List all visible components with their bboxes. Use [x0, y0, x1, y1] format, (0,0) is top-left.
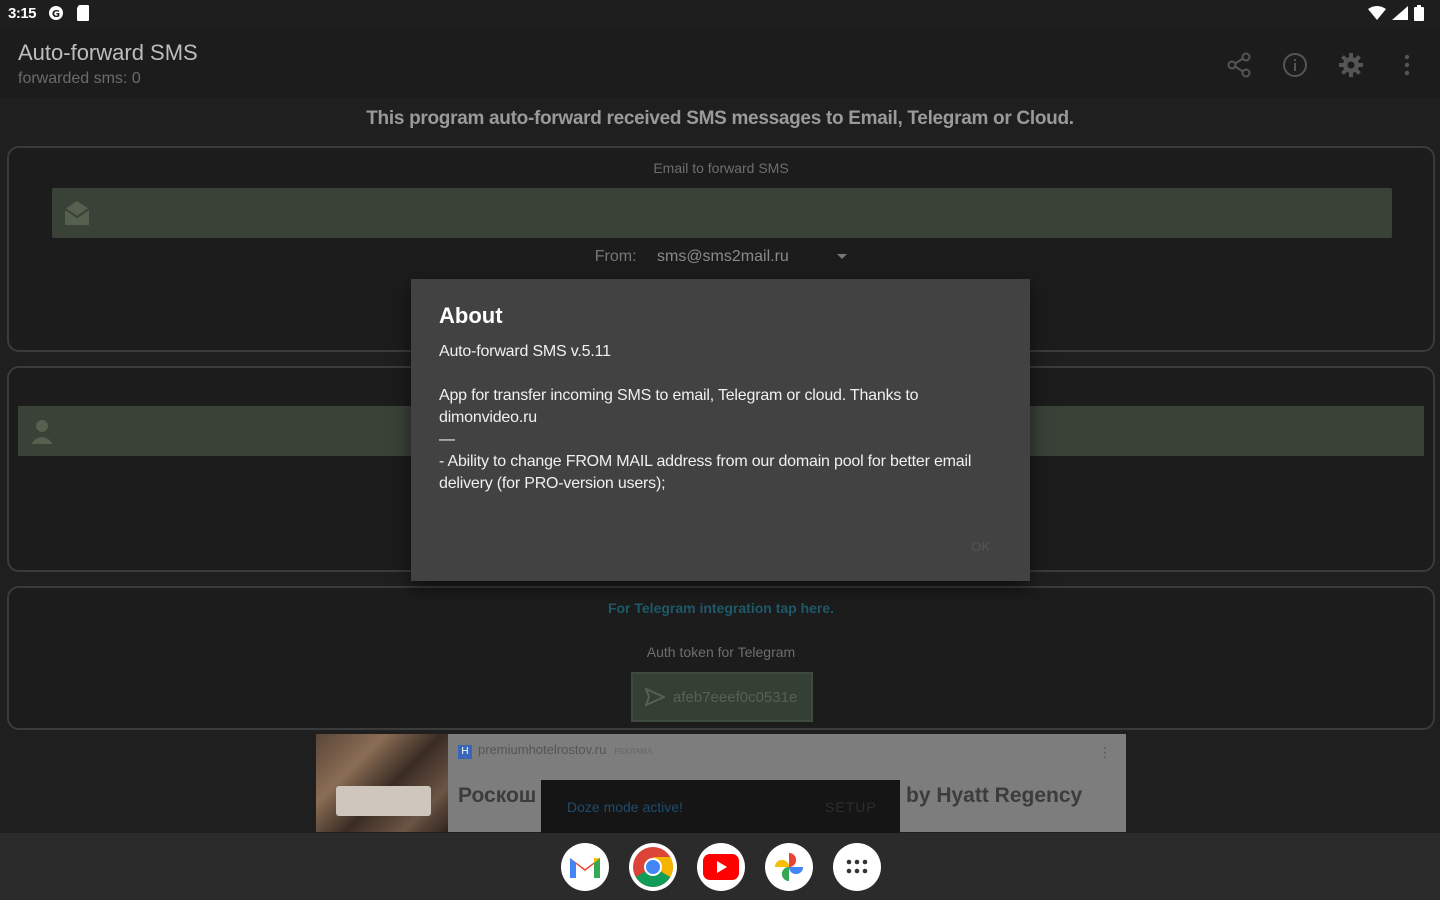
sd-card-icon — [76, 5, 92, 21]
status-right — [1368, 5, 1424, 26]
youtube-icon[interactable] — [697, 843, 745, 891]
about-dialog: About Auto-forward SMS v.5.11 App for tr… — [411, 279, 1030, 581]
wifi-icon — [1368, 6, 1386, 25]
svg-text:G: G — [52, 9, 60, 20]
signal-icon — [1392, 6, 1408, 25]
screen: 3:15 G Auto-forward SMS forwarded sms: 0 — [0, 0, 1440, 900]
dialog-body: Auto-forward SMS v.5.11 App for transfer… — [439, 343, 972, 492]
chrome-icon[interactable] — [629, 843, 677, 891]
photos-icon[interactable] — [765, 843, 813, 891]
vpn-icon: G — [48, 5, 64, 21]
battery-icon — [1414, 5, 1424, 26]
dialog-title: About — [439, 303, 503, 328]
dock — [561, 843, 881, 891]
navigation-bar — [0, 833, 1440, 900]
status-bar: 3:15 G — [0, 0, 1440, 28]
gmail-icon[interactable] — [561, 843, 609, 891]
dialog-ok-button[interactable]: OK — [971, 539, 990, 554]
status-time: 3:15 — [8, 5, 37, 22]
apps-icon[interactable] — [833, 843, 881, 891]
